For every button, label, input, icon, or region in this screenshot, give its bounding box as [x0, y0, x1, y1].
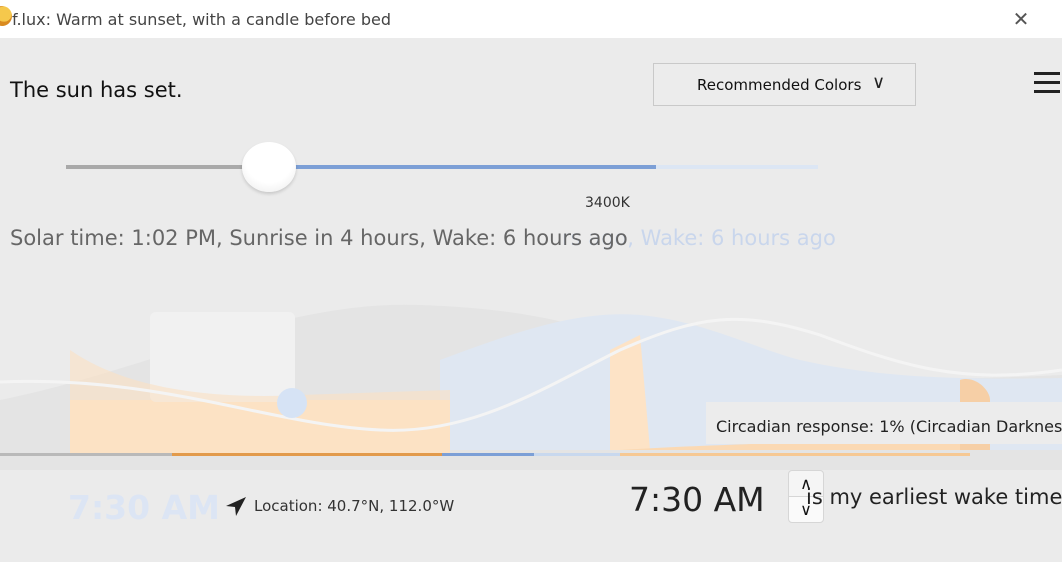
close-icon: ✕	[1012, 7, 1030, 31]
chevron-down-icon: ∨	[872, 72, 886, 93]
wake-time-caption: is my earliest wake time	[806, 485, 1062, 509]
flux-sun-icon	[0, 6, 12, 26]
hamburger-menu-icon[interactable]	[1034, 70, 1062, 98]
kelvin-value: 3400K	[585, 195, 630, 211]
slider-track-end	[656, 165, 818, 169]
sunset-status: The sun has set.	[10, 78, 183, 102]
color-preset-dropdown[interactable]: Recommended Colors ∨	[653, 63, 916, 106]
location-info[interactable]: Location: 40.7°N, 112.0°W	[254, 497, 454, 515]
slider-thumb[interactable]	[242, 142, 296, 192]
wake-time-value[interactable]: 7:30 AM	[629, 480, 765, 519]
title-bar[interactable]: f.lux: Warm at sunset, with a candle bef…	[0, 0, 1062, 38]
close-button[interactable]: ✕	[1004, 6, 1038, 32]
circadian-response: Circadian response: 1% (Circadian Darkne…	[716, 417, 1062, 436]
solar-info: Solar time: 1:02 PM, Sunrise in 4 hours,…	[10, 226, 628, 250]
wake-time-ghost: 7:30 AM	[68, 488, 220, 527]
flux-window: f.lux: Warm at sunset, with a candle bef…	[0, 0, 1062, 562]
window-title: f.lux: Warm at sunset, with a candle bef…	[12, 10, 391, 29]
color-temperature-slider[interactable]	[66, 142, 818, 192]
location-arrow-icon	[226, 497, 246, 516]
preset-selected-value: Recommended Colors	[697, 75, 862, 94]
slider-track-highlight	[276, 165, 656, 169]
